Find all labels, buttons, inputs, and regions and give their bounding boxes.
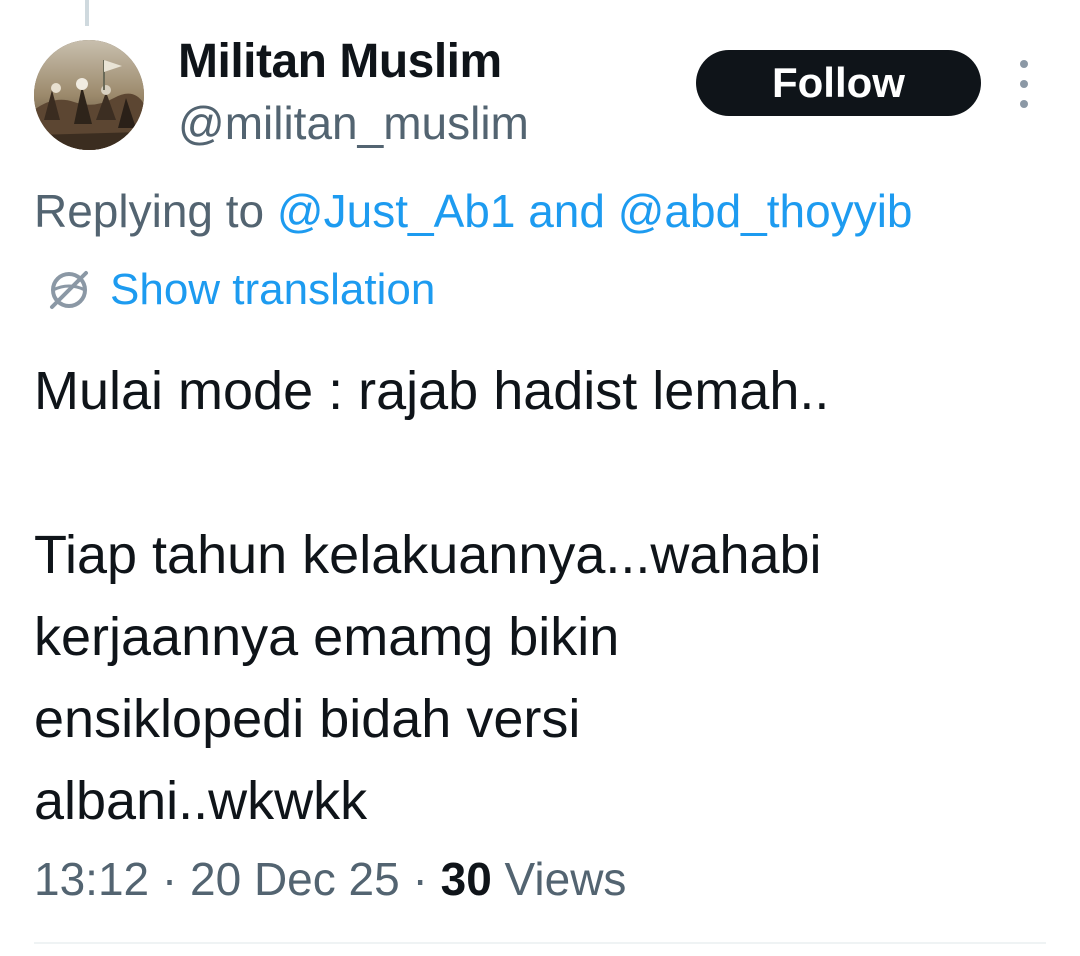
tweet-paragraph: Tiap tahun kelakuannya...wahabi kerjaann… bbox=[34, 525, 822, 831]
tweet-meta: 13:12 · 20 Dec 25 · 30 Views bbox=[34, 852, 626, 906]
divider bbox=[34, 942, 1046, 944]
replying-to-conjunction: and bbox=[515, 185, 618, 237]
avatar-image bbox=[34, 40, 144, 150]
meta-separator: · bbox=[399, 853, 441, 905]
views-label[interactable]: Views bbox=[492, 853, 627, 905]
more-vertical-icon[interactable] bbox=[1009, 60, 1039, 108]
reply-mention-abd-thoyyib[interactable]: @abd_thoyyib bbox=[618, 185, 913, 237]
globe-icon bbox=[50, 271, 88, 309]
replying-to-line: Replying to @Just_Ab1 and @abd_thoyyib bbox=[34, 184, 913, 238]
tweet-time[interactable]: 13:12 bbox=[34, 853, 149, 905]
thread-connector-line bbox=[85, 0, 89, 26]
meta-separator: · bbox=[149, 853, 191, 905]
avatar[interactable] bbox=[34, 40, 144, 150]
tweet: Militan Muslim @militan_muslim Follow Re… bbox=[0, 0, 1080, 956]
views-count[interactable]: 30 bbox=[441, 853, 492, 905]
author-display-name[interactable]: Militan Muslim bbox=[178, 34, 502, 89]
author-handle[interactable]: @militan_muslim bbox=[178, 96, 529, 150]
follow-button[interactable]: Follow bbox=[696, 50, 981, 116]
replying-to-prefix: Replying to bbox=[34, 185, 277, 237]
tweet-paragraph: Mulai mode : rajab hadist lemah.. bbox=[34, 361, 830, 421]
tweet-date[interactable]: 20 Dec 25 bbox=[190, 853, 400, 905]
show-translation-label: Show translation bbox=[110, 265, 436, 314]
tweet-text: Mulai mode : rajab hadist lemah.. Tiap t… bbox=[34, 350, 1044, 842]
reply-mention-just-ab1[interactable]: @Just_Ab1 bbox=[277, 185, 516, 237]
show-translation-button[interactable]: Show translation bbox=[44, 262, 435, 318]
